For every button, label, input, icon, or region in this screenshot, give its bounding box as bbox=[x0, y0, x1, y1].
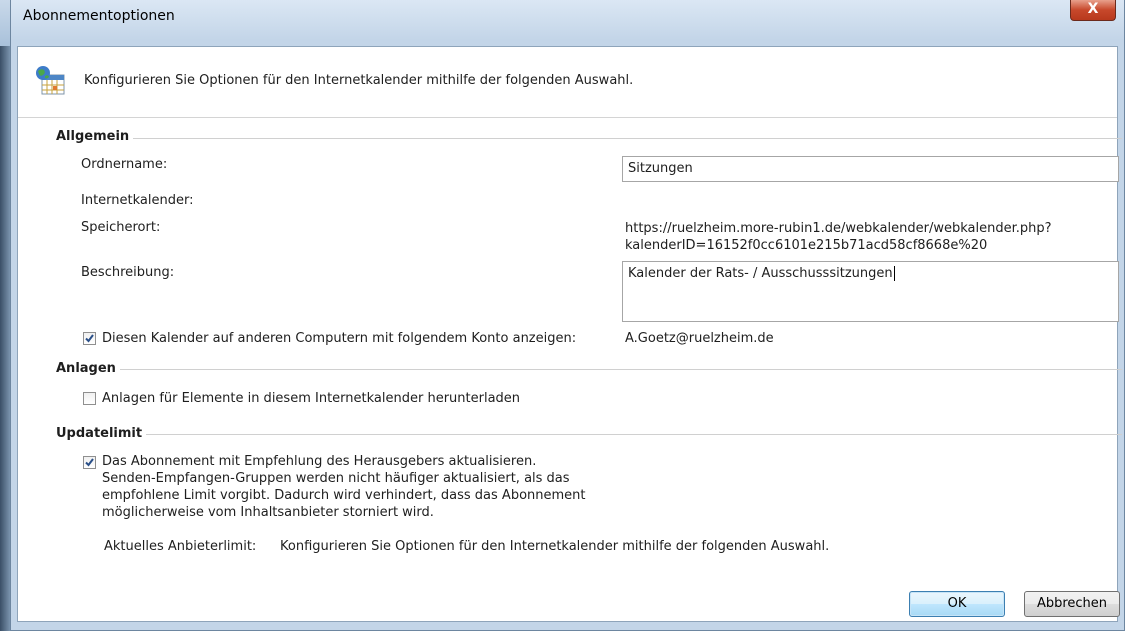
section-separator-update-limit bbox=[62, 434, 1122, 435]
location-label: Speicherort: bbox=[81, 220, 161, 235]
header-instruction: Konfigurieren Sie Optionen für den Inter… bbox=[84, 73, 634, 88]
background-window-edge bbox=[0, 46, 10, 631]
publisher-recommendation-line-4: möglicherweise vom Inhaltsanbieter storn… bbox=[102, 505, 434, 520]
show-on-other-computers-checkbox[interactable] bbox=[83, 332, 96, 345]
section-separator-general bbox=[62, 138, 1122, 139]
dialog-header: Konfigurieren Sie Optionen für den Inter… bbox=[18, 47, 1117, 118]
checkmark-icon bbox=[85, 458, 94, 467]
dialog-title: Abonnementoptionen bbox=[23, 8, 175, 24]
internet-calendar-label: Internetkalender: bbox=[81, 193, 194, 208]
section-separator-attachments bbox=[62, 369, 1122, 370]
location-url-line-1: https://ruelzheim.more-rubin1.de/webkale… bbox=[625, 221, 1052, 236]
publisher-recommendation-label[interactable]: Das Abonnement mit Empfehlung des Heraus… bbox=[102, 453, 586, 521]
publisher-recommendation-checkbox[interactable] bbox=[83, 456, 96, 469]
description-value: Kalender der Rats- / Ausschusssitzungen bbox=[628, 266, 893, 281]
close-button[interactable]: X bbox=[1070, 0, 1116, 21]
folder-name-value: Sitzungen bbox=[628, 161, 693, 176]
location-value: https://ruelzheim.more-rubin1.de/webkale… bbox=[625, 220, 1052, 254]
download-attachments-checkbox[interactable] bbox=[83, 392, 96, 405]
folder-name-label: Ordnername: bbox=[81, 157, 168, 172]
section-label-attachments: Anlagen bbox=[56, 361, 120, 376]
download-attachments-label[interactable]: Anlagen für Elemente in diesem Internetk… bbox=[102, 391, 520, 406]
current-provider-limit-label: Aktuelles Anbieterlimit: bbox=[104, 539, 257, 554]
publisher-recommendation-line-1: Das Abonnement mit Empfehlung des Heraus… bbox=[102, 454, 537, 469]
text-caret bbox=[893, 266, 895, 281]
cancel-button[interactable]: Abbrechen bbox=[1024, 591, 1120, 617]
account-value: A.Goetz@ruelzheim.de bbox=[625, 331, 774, 346]
dialog-client-area: Konfigurieren Sie Optionen für den Inter… bbox=[17, 46, 1122, 622]
checkmark-icon bbox=[85, 334, 94, 343]
internet-calendar-icon bbox=[34, 65, 66, 97]
ok-button[interactable]: OK bbox=[909, 591, 1005, 617]
close-icon: X bbox=[1087, 1, 1099, 17]
show-on-other-computers-label[interactable]: Diesen Kalender auf anderen Computern mi… bbox=[102, 331, 576, 346]
description-label: Beschreibung: bbox=[81, 265, 175, 280]
current-provider-limit-value: Konfigurieren Sie Optionen für den Inter… bbox=[280, 539, 830, 554]
location-url-line-2: kalenderID=16152f0cc6101e215b71acd58cf86… bbox=[625, 238, 988, 253]
section-label-update-limit: Updatelimit bbox=[56, 426, 147, 441]
section-label-general: Allgemein bbox=[56, 129, 134, 144]
publisher-recommendation-line-2: Senden-Empfangen-Gruppen werden nicht hä… bbox=[102, 471, 570, 486]
description-textarea[interactable]: Kalender der Rats- / Ausschusssitzungen bbox=[622, 261, 1119, 322]
folder-name-input[interactable]: Sitzungen bbox=[622, 156, 1119, 182]
publisher-recommendation-line-3: empfohlene Limit vorgibt. Dadurch wird v… bbox=[102, 488, 586, 503]
subscription-options-dialog: Abonnementoptionen X Konfigurieren Sie O… bbox=[10, 0, 1125, 631]
